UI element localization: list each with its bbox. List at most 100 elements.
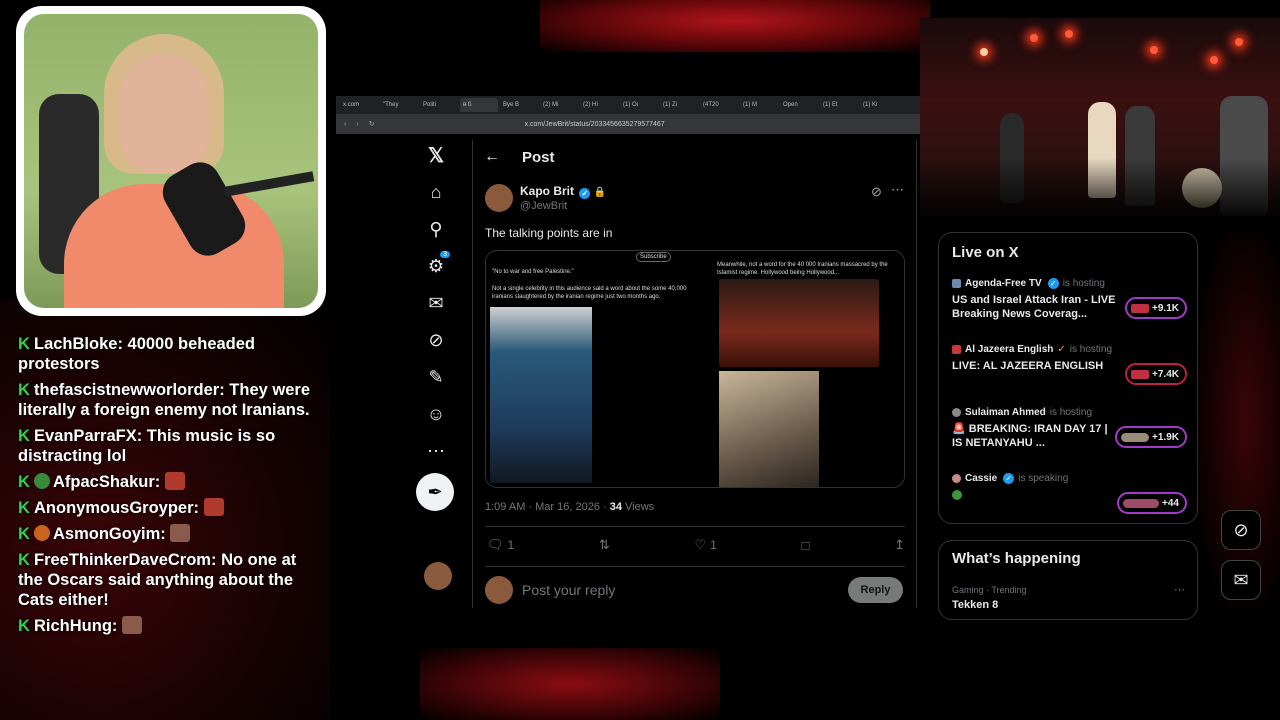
host-status: is hosting — [1049, 407, 1093, 418]
stream-chat: K LachBloke: 40000 beheaded protestors Kt… — [18, 334, 318, 642]
kick-badge-icon: K — [18, 617, 30, 635]
subscribe-button: Subscribe — [636, 252, 671, 262]
more-options-icon[interactable]: ⋯ — [891, 182, 904, 198]
sub-badge-icon — [34, 525, 50, 541]
more-icon[interactable]: ⋯ — [416, 436, 456, 466]
chat-username: AfpacShakur: — [53, 473, 161, 491]
listener-count: +44 — [1162, 497, 1179, 509]
like-action[interactable]: ♡ 1 — [694, 537, 716, 553]
actor-photo — [719, 371, 819, 487]
heart-icon: ♡ — [694, 537, 707, 552]
browser-tab[interactable]: (1) Oı — [620, 98, 658, 112]
embedded-video-thumbnail[interactable] — [490, 307, 592, 483]
live-title: US and Israel Attack Iran - LIVE Breakin… — [952, 294, 1116, 320]
browser-tab-active[interactable]: ᴃ ß — [460, 98, 498, 112]
speaker-avatars — [1123, 498, 1160, 508]
search-icon[interactable]: ⚲ — [416, 214, 456, 244]
profile-icon[interactable]: ☺ — [416, 399, 456, 429]
home-icon[interactable]: ⌂ — [416, 177, 456, 207]
back-arrow-icon[interactable]: ← — [484, 148, 500, 166]
chat-message: K AnonymousGroyper: — [18, 498, 318, 518]
green-dot-icon — [952, 490, 962, 500]
drafts-icon[interactable]: ✎ — [416, 362, 456, 392]
listener-count-pill[interactable]: +44 — [1117, 492, 1187, 514]
browser-tab[interactable]: "They — [380, 98, 418, 112]
browser-tab[interactable]: Bye B — [500, 98, 538, 112]
kick-badge-icon: K — [18, 473, 30, 491]
bookmark-action[interactable]: □ — [802, 537, 810, 553]
listener-count-pill[interactable]: +1.9K — [1115, 426, 1187, 448]
back-arrow-icon[interactable]: ‹ — [344, 121, 346, 128]
share-icon: ↥ — [894, 537, 905, 552]
host-avatar — [952, 345, 961, 354]
browser-tab[interactable]: (1) Zi — [660, 98, 698, 112]
host-avatar — [952, 474, 961, 483]
trend-name[interactable]: Tekken 8 — [952, 599, 998, 611]
browser-tab[interactable]: (2) Hí — [580, 98, 618, 112]
browser-tab[interactable]: x.com — [340, 98, 378, 112]
reload-icon[interactable]: ↻ — [369, 120, 375, 128]
browser-tab[interactable]: (1) M — [740, 98, 778, 112]
grok-icon[interactable]: ⊘ — [871, 184, 882, 200]
repost-action[interactable]: ⇅ — [599, 537, 610, 553]
grok-icon[interactable]: ⊘ — [416, 325, 456, 355]
chat-message: K AfpacShakur: — [18, 472, 318, 492]
emote-icon — [203, 498, 224, 516]
host-name: Agenda-Free TV — [965, 278, 1042, 289]
messages-icon[interactable]: ✉ — [416, 288, 456, 318]
messages-float-button[interactable]: ✉ — [1221, 560, 1261, 600]
listener-count-pill[interactable]: +9.1K — [1125, 297, 1187, 319]
host-name: Cassie — [965, 473, 998, 484]
x-logo-icon[interactable]: 𝕏 — [416, 140, 456, 170]
browser-tab[interactable]: (2) Mi — [540, 98, 578, 112]
host-status: is hosting — [1069, 344, 1113, 355]
globe-badge-icon — [34, 473, 50, 489]
verified-icon: ✓ — [1003, 473, 1015, 484]
reply-button[interactable]: Reply — [848, 577, 903, 603]
channel-thumb — [1131, 303, 1150, 313]
like-count: 1 — [710, 538, 717, 552]
host-status: is speaking — [1018, 473, 1069, 484]
divider — [485, 566, 905, 567]
forward-arrow-icon[interactable]: › — [356, 121, 358, 128]
author-avatar[interactable] — [485, 184, 513, 212]
browser-tab[interactable]: Open — [780, 98, 818, 112]
listener-count-pill[interactable]: +7.4K — [1125, 363, 1187, 385]
chat-username: AnonymousGroyper: — [34, 499, 200, 517]
trend-more-icon[interactable]: ⋯ — [1174, 583, 1185, 596]
reply-input[interactable]: Post your reply — [522, 582, 615, 598]
listener-count: +9.1K — [1152, 302, 1179, 314]
chat-username: LachBloke: — [34, 335, 123, 353]
lock-icon: 🔒 — [593, 187, 607, 198]
compose-post-button[interactable]: ✒ — [416, 473, 454, 511]
kick-badge-icon: K — [18, 551, 30, 569]
browser-tab[interactable]: (1) Et — [820, 98, 858, 112]
chat-message: K RichHung: — [18, 616, 318, 636]
browser-tab[interactable]: (4T20 — [700, 98, 738, 112]
views-count: 34 — [609, 501, 622, 513]
share-action[interactable]: ↥ — [894, 537, 905, 553]
post-text: The talking points are in — [485, 226, 613, 240]
notifications-icon[interactable]: ⚙ 3 — [416, 251, 456, 281]
reply-action[interactable]: 🗨 1 — [487, 537, 514, 553]
browser-tab[interactable]: (1) Ki — [860, 98, 898, 112]
timestamp[interactable]: 1:09 AM · Mar 16, 2026 · — [485, 501, 607, 513]
browser-tab[interactable]: Politi — [420, 98, 458, 112]
post-actions: 🗨 1 ⇅ ♡ 1 □ ↥ — [487, 537, 905, 553]
media-left-screenshot[interactable]: "No to war and free Palestine." Not a si… — [486, 251, 694, 487]
grok-float-button[interactable]: ⊘ — [1221, 510, 1261, 550]
chat-username: thefascistnewworlorder: — [34, 381, 225, 399]
speaker-avatars — [1121, 432, 1150, 442]
notification-badge: 3 — [440, 251, 450, 258]
post-media[interactable]: "No to war and free Palestine." Not a si… — [485, 250, 905, 488]
account-avatar[interactable] — [424, 562, 452, 590]
url-field[interactable]: x.com/JewBrit/status/2033456635279577467 — [525, 121, 665, 128]
trend-meta: Gaming · Trending — [952, 585, 1027, 595]
author-name[interactable]: Kapo Brit ✓ 🔒 — [520, 184, 606, 199]
post-header: ← Post — [484, 146, 904, 168]
emote-icon — [170, 524, 191, 542]
media-right-screenshot[interactable]: Meanwhile, not a word for the 40 000 Ira… — [697, 251, 904, 487]
author-handle[interactable]: @JewBrit — [520, 200, 567, 212]
x-sidebar-nav: 𝕏 ⌂ ⚲ ⚙ 3 ✉ ⊘ ✎ ☺ ⋯ ✒ — [416, 140, 462, 511]
happening-title: What’s happening — [952, 550, 1081, 567]
